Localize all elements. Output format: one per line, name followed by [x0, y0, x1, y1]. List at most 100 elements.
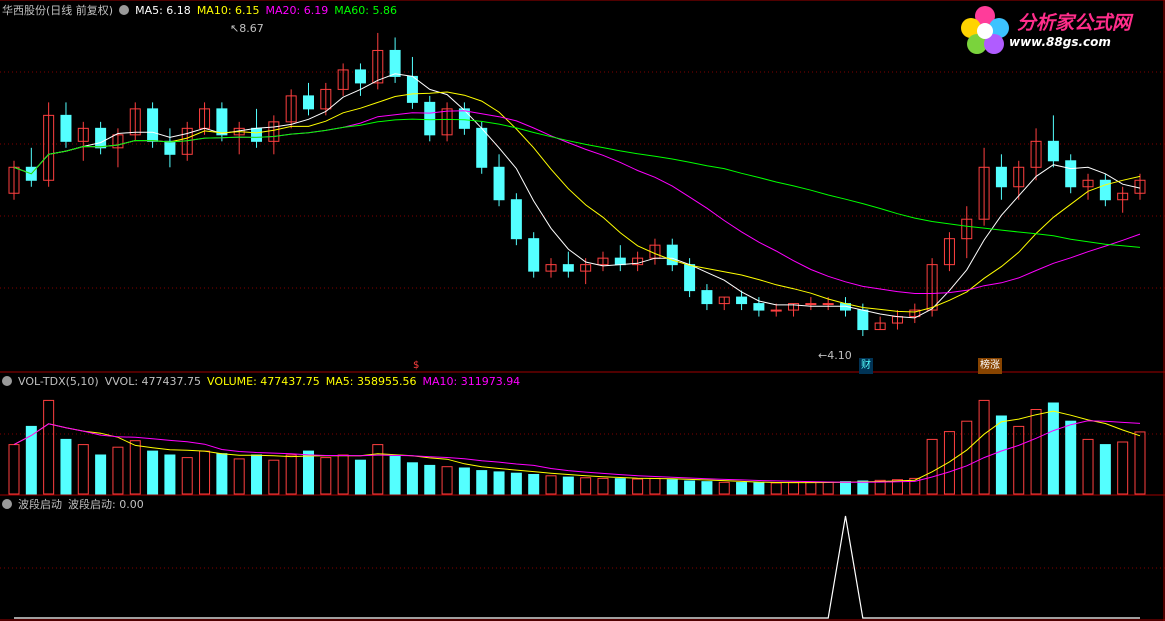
volume-bar	[926, 438, 938, 495]
wave-indicator-name[interactable]: 波段启动	[18, 498, 62, 511]
volume-bar	[1065, 420, 1077, 495]
ma60-value: MA60: 5.86	[334, 4, 397, 17]
volume-bar	[112, 446, 124, 495]
volume-bar	[216, 453, 228, 495]
candle-body	[510, 199, 522, 240]
wave-indicator-value: 波段启动: 0.00	[68, 498, 144, 511]
volume-bar	[995, 415, 1007, 495]
ma20-value: MA20: 6.19	[265, 4, 329, 17]
volume-settings-icon[interactable]	[2, 376, 12, 386]
volume-bar	[649, 477, 661, 495]
event-tag-ranking[interactable]: 榜涨	[978, 358, 1002, 374]
chart-stage[interactable]	[0, 0, 1165, 621]
volume-bar	[441, 466, 453, 495]
volume-bar	[805, 481, 817, 495]
volume-bar	[545, 475, 557, 495]
volume-bar	[1030, 409, 1042, 495]
candle-body	[389, 49, 401, 77]
volume-bar	[164, 454, 176, 495]
candle-body	[1065, 160, 1077, 188]
volume-bar	[458, 467, 470, 495]
ma20-line	[13, 110, 1141, 294]
volume-bar	[406, 462, 418, 495]
candle-body	[701, 290, 713, 305]
volume-bar	[822, 481, 834, 495]
volume-bar	[736, 482, 748, 495]
low-price-marker: ←4.10	[818, 349, 852, 362]
volume-bar	[1134, 431, 1146, 495]
volume-bar	[510, 472, 522, 495]
volume-bar	[129, 440, 141, 495]
candle-body	[216, 108, 228, 136]
logo-url: www.88gs.com	[1009, 35, 1111, 49]
event-tag-dividend[interactable]: $	[413, 358, 419, 374]
candle-body	[995, 166, 1007, 188]
candle-body	[476, 127, 488, 168]
volume-bar	[25, 425, 37, 495]
volume-bar	[684, 480, 696, 495]
volume-bar	[389, 455, 401, 495]
volume-bar	[199, 450, 211, 495]
candle-body	[614, 257, 626, 266]
wave-signal-line	[14, 515, 1140, 619]
volume-bar	[181, 457, 193, 495]
volume-bar	[1082, 438, 1094, 495]
high-price-marker: ↖8.67	[230, 22, 264, 35]
site-logo[interactable]: 分析家公式网 www.88gs.com	[957, 2, 1157, 58]
volume-bar	[1013, 425, 1025, 495]
high-price-label: 8.67	[239, 22, 264, 35]
volume-bar	[666, 479, 678, 495]
volume-bar	[95, 454, 107, 495]
flower-logo-icon	[961, 6, 1009, 54]
volume-chart[interactable]	[8, 399, 1146, 495]
candle-body	[753, 303, 765, 311]
candle-body	[164, 140, 176, 155]
volume-bar	[597, 477, 609, 495]
volume-bar	[1099, 444, 1111, 495]
volume-ma10-line	[13, 420, 1141, 483]
volume-bar	[632, 478, 644, 495]
volume-bar	[476, 470, 488, 495]
ma5-value: MA5: 6.18	[135, 4, 191, 17]
volume-bar	[562, 476, 574, 495]
stock-name[interactable]: 华西股份(日线 前复权)	[2, 4, 113, 17]
wave-panel-header: 波段启动 波段启动: 0.00	[2, 497, 150, 513]
volume-bar	[43, 399, 55, 495]
main-panel-header: 华西股份(日线 前复权) MA5: 6.18 MA10: 6.15 MA20: 6.1…	[2, 3, 403, 19]
vol-ma5-value: MA5: 358955.56	[325, 375, 417, 388]
volume-indicator-name[interactable]: VOL-TDX(5,10)	[18, 375, 99, 388]
candle-body	[493, 166, 505, 201]
candlestick-chart[interactable]	[8, 32, 1146, 337]
volume-bar	[354, 459, 366, 495]
volume-bar	[770, 482, 782, 495]
vol-ma10-value: MA10: 311973.94	[422, 375, 521, 388]
volume-bar	[701, 481, 713, 495]
event-tag-finance[interactable]: 财	[859, 358, 873, 374]
candle-body	[822, 303, 834, 306]
candle-body	[1047, 140, 1059, 162]
vvol-value: VVOL: 477437.75	[104, 375, 202, 388]
volume-bar	[424, 464, 436, 495]
grid-lines	[0, 0, 1165, 621]
volume-value: VOLUME: 477437.75	[207, 375, 320, 388]
volume-bar	[337, 454, 349, 495]
candle-body	[770, 309, 782, 312]
ma10-line	[13, 91, 1141, 313]
ma5-line	[13, 73, 1141, 319]
logo-title: 分析家公式网	[1017, 12, 1132, 34]
volume-bar	[302, 450, 314, 495]
candle-body	[251, 127, 263, 142]
candle-body	[406, 75, 418, 103]
volume-bar	[8, 444, 20, 495]
volume-bar	[1117, 441, 1129, 495]
moving-average-lines	[13, 73, 1141, 319]
volume-panel-header: VOL-TDX(5,10) VVOL: 477437.75 VOLUME: 4774…	[2, 374, 526, 390]
volume-bar	[285, 454, 297, 495]
main-settings-icon[interactable]	[119, 5, 130, 15]
volume-bar	[788, 482, 800, 495]
volume-bar	[147, 450, 159, 495]
wave-indicator-chart[interactable]	[14, 515, 1140, 619]
candle-body	[147, 108, 159, 142]
volume-bar	[320, 457, 332, 495]
wave-settings-icon[interactable]	[2, 499, 12, 509]
